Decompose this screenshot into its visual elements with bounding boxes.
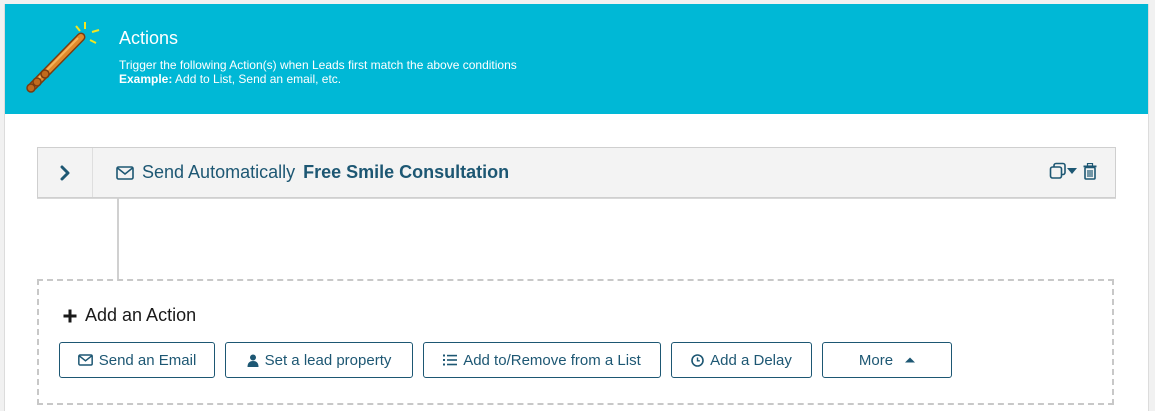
copy-dropdown-button[interactable] [1049,162,1077,180]
add-action-area: Add an Action Send an Email Set a lead p… [37,279,1114,405]
list-icon [443,354,458,366]
header-description: Trigger the following Action(s) when Lea… [119,58,517,72]
send-email-label: Send an Email [98,351,197,369]
expand-button[interactable] [38,148,93,197]
trash-icon [1083,162,1097,180]
header-title: Actions [119,28,179,48]
delete-button[interactable] [1083,162,1097,180]
caret-up-icon [905,357,916,363]
add-delay-button[interactable]: Add a Delay [671,342,812,378]
send-email-button[interactable]: Send an Email [59,342,215,378]
add-remove-list-label: Add to/Remove from a List [463,351,641,369]
user-icon [247,354,259,367]
actions-panel: Actions Trigger the following Action(s) … [4,4,1149,411]
action-name: Free Smile Consultation [303,162,510,182]
action-item-row[interactable]: Send Automatically Free Smile Consultati… [37,147,1116,198]
magic-wand-icon [26,22,100,93]
more-label: More [858,351,894,369]
action-prefix: Send Automatically [142,162,296,182]
caret-down-icon [1067,168,1077,174]
header-subtitle: Trigger the following Action(s) when Lea… [119,58,517,86]
more-dropdown-button[interactable]: More [822,342,952,378]
add-remove-list-button[interactable]: Add to/Remove from a List [423,342,661,378]
add-action-heading: Add an Action [63,305,196,326]
action-tools [1049,162,1097,180]
chevron-right-icon [60,165,70,180]
clock-icon [691,353,704,367]
envelope-icon [77,354,93,366]
example-text: Add to List, Send an email, etc. [172,72,342,86]
copy-icon [1049,162,1066,179]
example-label: Example: [119,72,173,86]
action-title: Send Automatically Free Smile Consultati… [116,162,509,183]
plus-icon [63,309,77,322]
flow-connector-line [117,197,119,279]
set-lead-property-label: Set a lead property [264,351,392,369]
add-action-title: Add an Action [85,305,197,325]
envelope-icon [116,165,134,180]
add-delay-label: Add a Delay [710,351,792,369]
actions-header: Actions Trigger the following Action(s) … [5,4,1148,114]
set-lead-property-button[interactable]: Set a lead property [225,342,413,378]
header-example: Example: Add to List, Send an email, etc… [119,72,517,86]
